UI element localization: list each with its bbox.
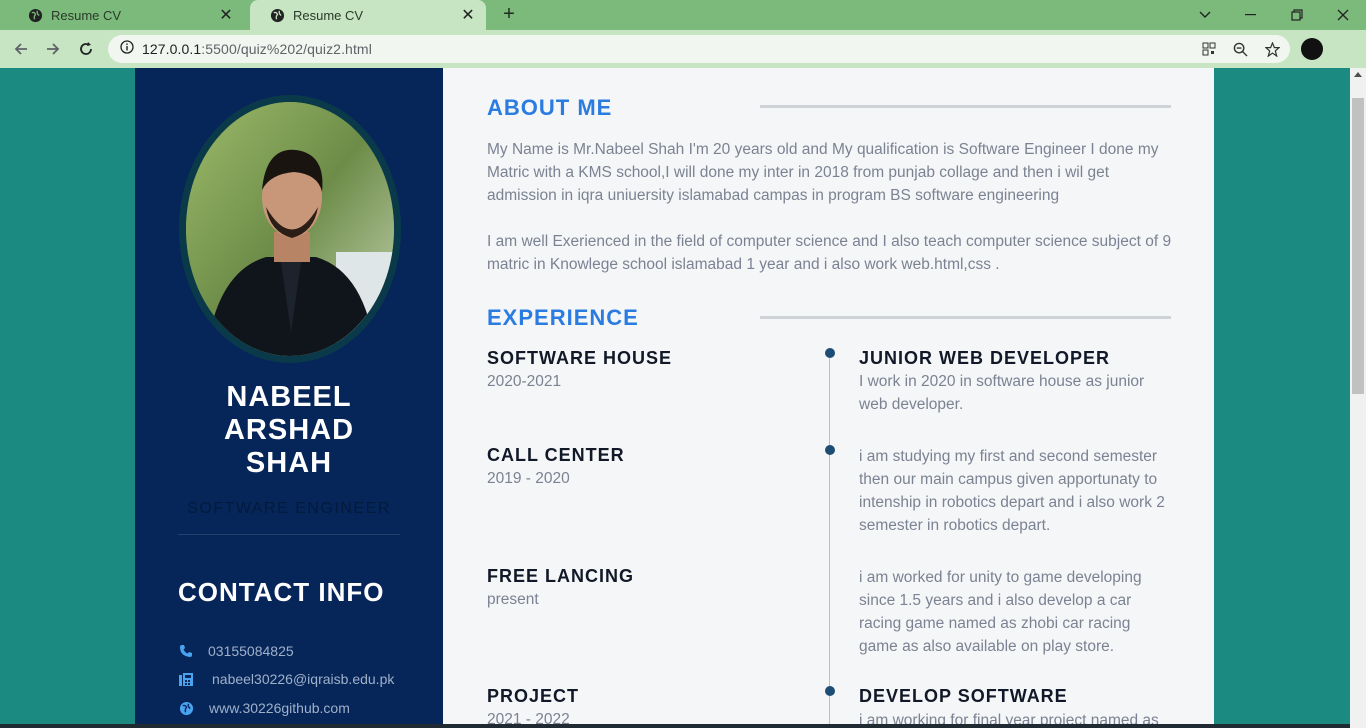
tab-bar: Resume CV ✕ Resume CV ✕ + bbox=[0, 0, 1366, 30]
experience-description: i am studying my first and second semest… bbox=[859, 448, 1165, 534]
experience-company: SOFTWARE HOUSE bbox=[487, 348, 673, 368]
tab-search-icon[interactable] bbox=[1182, 0, 1228, 30]
phone-icon bbox=[178, 643, 194, 659]
timeline-dot bbox=[825, 686, 835, 696]
zoom-icon[interactable] bbox=[1231, 40, 1249, 58]
contact-email: nabeel30226@iqraisb.edu.pk bbox=[178, 669, 394, 689]
about-title: ABOUT ME bbox=[487, 95, 613, 120]
experience-description: i am worked for unity to game developing… bbox=[859, 569, 1142, 655]
minimize-button[interactable] bbox=[1228, 0, 1274, 30]
experience-company: FREE LANCING bbox=[487, 566, 634, 586]
forward-button[interactable] bbox=[40, 36, 66, 62]
about-paragraph: I am well Exerienced in the field of com… bbox=[487, 233, 1172, 273]
contact-website: www.30226github.com bbox=[178, 698, 350, 718]
tab-title: Resume CV bbox=[51, 7, 122, 23]
experience-date: 2020-2021 bbox=[487, 373, 562, 390]
scroll-up-arrow-icon[interactable] bbox=[1354, 72, 1362, 77]
timeline-dot bbox=[825, 348, 835, 358]
browser-tab-active[interactable]: Resume CV ✕ bbox=[250, 0, 486, 30]
browser-tab[interactable]: Resume CV ✕ bbox=[8, 0, 244, 30]
taskbar-edge bbox=[0, 724, 1350, 728]
timeline-line bbox=[829, 352, 830, 728]
page-viewport: NABEEL ARSHAD SHAH SOFTWARE ENGINEER CON… bbox=[0, 68, 1350, 728]
globe-icon bbox=[270, 8, 285, 23]
profile-photo bbox=[179, 95, 401, 363]
info-icon[interactable] bbox=[120, 39, 134, 59]
divider bbox=[178, 534, 400, 535]
restore-button[interactable] bbox=[1274, 0, 1320, 30]
fax-icon bbox=[178, 671, 194, 687]
url-text: 127.0.0.1:5500/quiz%202/quiz2.html bbox=[142, 41, 372, 57]
tab-title: Resume CV bbox=[293, 7, 364, 23]
profile-name: NABEEL ARSHAD SHAH bbox=[223, 381, 355, 479]
main-content: ABOUT ME My Name is Mr.Nabeel Shah I'm 2… bbox=[443, 68, 1214, 728]
profile-role: SOFTWARE ENGINEER bbox=[187, 500, 391, 517]
qr-code-icon[interactable] bbox=[1200, 40, 1218, 58]
close-window-button[interactable] bbox=[1320, 0, 1366, 30]
browser-toolbar: 127.0.0.1:5500/quiz%202/quiz2.html bbox=[0, 30, 1366, 88]
bookmark-star-icon[interactable] bbox=[1263, 40, 1281, 58]
address-bar[interactable]: 127.0.0.1:5500/quiz%202/quiz2.html bbox=[108, 35, 1290, 63]
contact-phone: 03155084825 bbox=[178, 641, 294, 661]
experience-date: 2019 - 2020 bbox=[487, 470, 570, 487]
experience-company: CALL CENTER bbox=[487, 445, 625, 465]
about-paragraph: My Name is Mr.Nabeel Shah I'm 20 years o… bbox=[487, 141, 1159, 204]
contact-title: CONTACT INFO bbox=[178, 577, 385, 607]
new-tab-button[interactable]: + bbox=[498, 3, 520, 25]
experience-role: DEVELOP SOFTWARE bbox=[859, 686, 1068, 706]
experience-role: JUNIOR WEB DEVELOPER bbox=[859, 348, 1111, 368]
profile-avatar[interactable] bbox=[1301, 38, 1323, 60]
section-rule bbox=[760, 316, 1171, 319]
section-rule bbox=[760, 105, 1171, 108]
globe-icon bbox=[28, 8, 43, 23]
close-tab-icon[interactable]: ✕ bbox=[218, 7, 234, 24]
scrollbar-thumb[interactable] bbox=[1352, 98, 1364, 394]
page-scrollbar[interactable] bbox=[1350, 68, 1366, 728]
experience-company: PROJECT bbox=[487, 686, 580, 706]
reload-button[interactable] bbox=[73, 36, 99, 62]
experience-date: present bbox=[487, 591, 539, 608]
back-button[interactable] bbox=[8, 36, 34, 62]
sidebar: NABEEL ARSHAD SHAH SOFTWARE ENGINEER CON… bbox=[135, 68, 443, 728]
timeline-dot bbox=[825, 445, 835, 455]
close-tab-icon[interactable]: ✕ bbox=[460, 7, 476, 24]
experience-title: EXPERIENCE bbox=[487, 305, 639, 330]
experience-description: I work in 2020 in software house as juni… bbox=[859, 373, 1145, 413]
globe-icon bbox=[178, 700, 194, 716]
